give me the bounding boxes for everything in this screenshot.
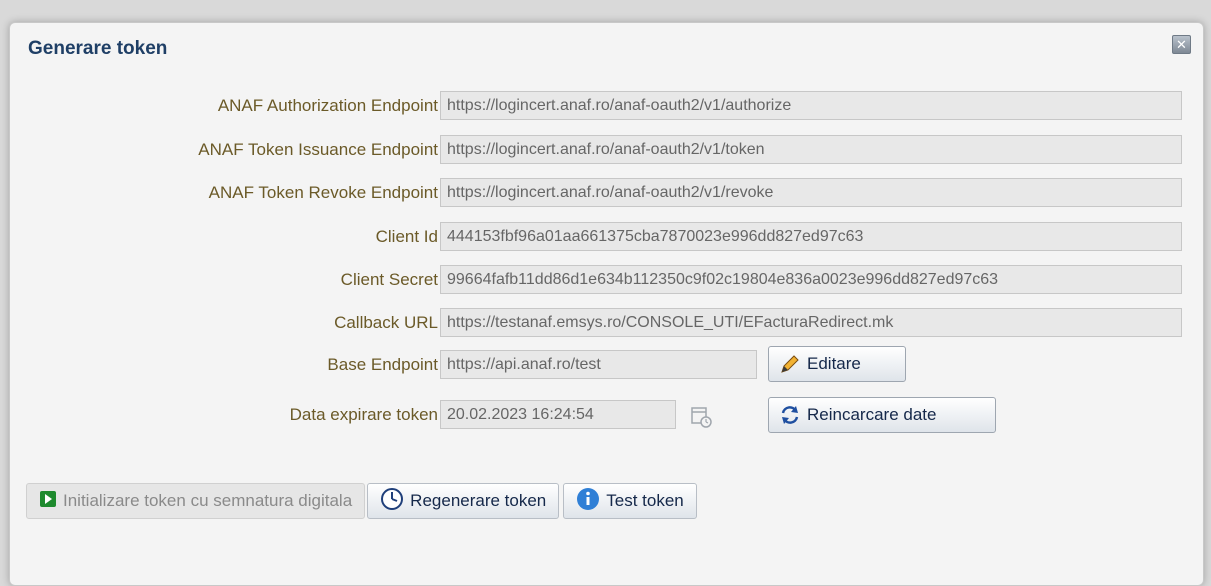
row-client-secret: Client Secret [10,265,1203,294]
reload-data-button-label: Reincarcare date [807,405,937,424]
row-auth-endpoint: ANAF Authorization Endpoint [10,91,1203,120]
calendar-clock-icon[interactable] [690,405,714,429]
info-icon [576,487,600,516]
revoke-endpoint-field[interactable] [440,178,1182,207]
expiry-field[interactable] [440,400,676,429]
client-id-label: Client Id [375,227,438,246]
test-token-button[interactable]: Test token [563,483,697,519]
client-secret-label: Client Secret [340,270,438,289]
test-token-button-label: Test token [606,491,684,510]
regenerate-token-button-label: Regenerare token [410,491,547,510]
edit-button[interactable]: Editare [768,346,906,382]
edit-button-label: Editare [807,354,861,373]
row-expiry: Data expirare token Reincarcare date [10,397,1203,433]
row-callback-url: Callback URL [10,308,1203,337]
auth-endpoint-label: ANAF Authorization Endpoint [217,96,438,115]
play-icon [39,490,57,513]
base-endpoint-label: Base Endpoint [327,355,438,374]
init-token-button[interactable]: Initializare token cu semnatura digitala [26,483,366,519]
expiry-label: Data expirare token [289,405,438,424]
token-endpoint-label: ANAF Token Issuance Endpoint [198,140,438,159]
client-id-field[interactable] [440,222,1182,251]
row-base-endpoint: Base Endpoint Editare [10,346,1203,382]
pencil-icon [779,353,801,375]
row-token-endpoint: ANAF Token Issuance Endpoint [10,135,1203,164]
revoke-endpoint-label: ANAF Token Revoke Endpoint [208,183,438,202]
close-icon[interactable]: ✕ [1172,35,1191,54]
auth-endpoint-field[interactable] [440,91,1182,120]
dialog-title: Generare token [28,38,168,59]
row-client-id: Client Id [10,222,1203,251]
clock-icon [380,487,404,516]
callback-url-label: Callback URL [334,313,438,332]
token-endpoint-field[interactable] [440,135,1182,164]
row-revoke-endpoint: ANAF Token Revoke Endpoint [10,178,1203,207]
reload-data-button[interactable]: Reincarcare date [768,397,996,433]
action-bar: Initializare token cu semnatura digitala… [26,483,701,519]
callback-url-field[interactable] [440,308,1182,337]
token-dialog: Generare token ✕ ANAF Authorization Endp… [9,22,1204,586]
refresh-icon [779,404,801,426]
client-secret-field[interactable] [440,265,1182,294]
regenerate-token-button[interactable]: Regenerare token [367,483,560,519]
init-token-button-label: Initializare token cu semnatura digitala [63,491,353,510]
base-endpoint-field[interactable] [440,350,757,379]
